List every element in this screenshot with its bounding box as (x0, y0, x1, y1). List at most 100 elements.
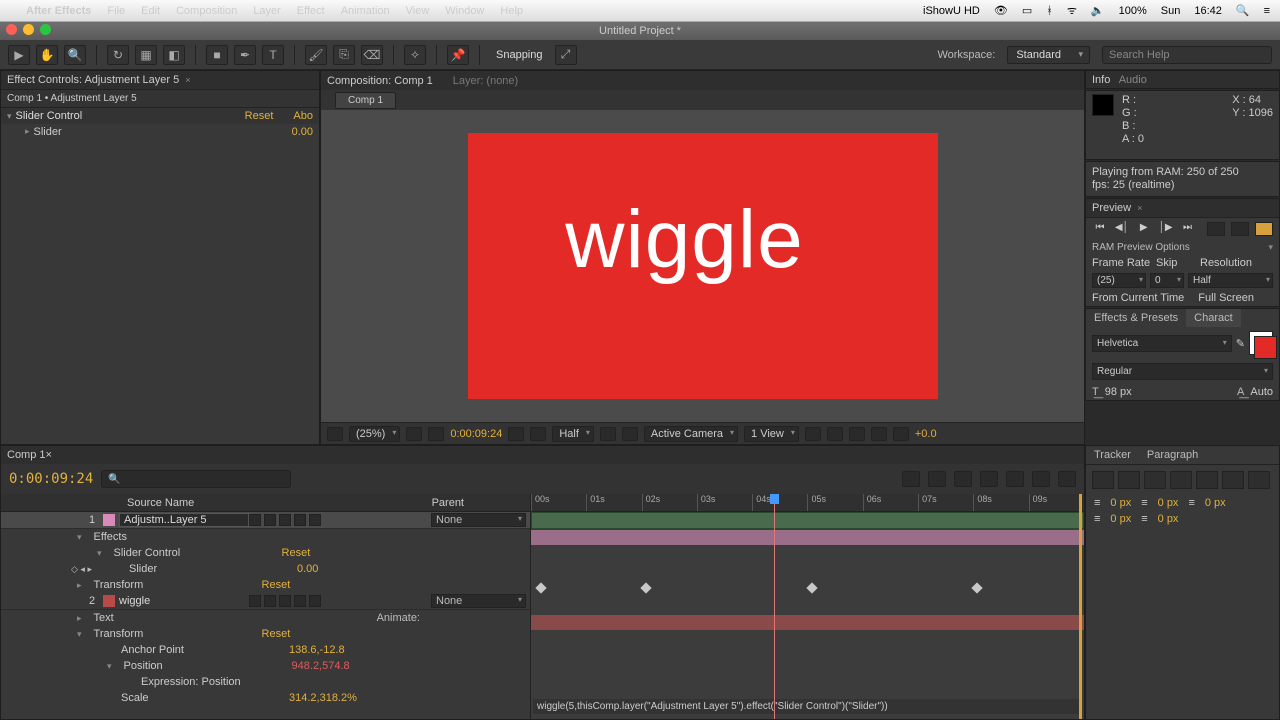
twirl-icon[interactable]: ▾ (7, 111, 12, 122)
preview-res-menu[interactable]: Half (1188, 273, 1273, 288)
last-frame-button[interactable]: ⏭ (1180, 222, 1196, 236)
effects-presets-tab[interactable]: Effects & Presets (1086, 309, 1186, 327)
eraser-tool[interactable]: ⌫ (361, 45, 383, 65)
font-style-menu[interactable]: Regular (1092, 363, 1273, 380)
screen-icon[interactable]: ▭ (1022, 4, 1032, 17)
close-icon[interactable]: × (1137, 203, 1142, 213)
layer-tab[interactable]: Layer: (none) (453, 75, 518, 87)
time-ruler[interactable]: 00s01s02s03s04s05s06s07s08s09s (531, 494, 1084, 512)
menu-composition[interactable]: Composition (176, 5, 237, 17)
prev-frame-button[interactable]: ◀│ (1114, 222, 1130, 236)
reset-link[interactable]: Reset (245, 110, 274, 122)
views-menu[interactable]: 1 View (744, 426, 799, 442)
app-name[interactable]: After Effects (26, 5, 91, 17)
layer-name[interactable]: wiggle (119, 595, 249, 607)
volume-icon[interactable]: 🔈 (1091, 4, 1105, 17)
align-right-icon[interactable] (1144, 471, 1166, 489)
clone-tool[interactable]: ⎘ (333, 45, 355, 65)
justify-last-center-icon[interactable] (1196, 471, 1218, 489)
roi-icon[interactable] (600, 427, 616, 441)
eye-icon[interactable]: 👁 (994, 4, 1008, 17)
eyedropper-icon[interactable]: ✎ (1236, 337, 1245, 350)
puppet-tool[interactable]: 📌 (447, 45, 469, 65)
effect-controls-tab[interactable]: Effect Controls: Adjustment Layer 5× (1, 71, 319, 90)
layer-bar-1[interactable] (531, 530, 1084, 545)
selection-tool[interactable]: ▶ (8, 45, 30, 65)
menu-help[interactable]: Help (500, 5, 523, 17)
menu-animation[interactable]: Animation (341, 5, 390, 17)
about-link[interactable]: Abo (293, 110, 313, 122)
keyframe[interactable] (806, 582, 817, 593)
menu-file[interactable]: File (107, 5, 125, 17)
comp-viewer[interactable]: wiggle (321, 110, 1084, 422)
font-size-value[interactable]: 98 px (1105, 386, 1132, 398)
timeline-tab[interactable]: Comp 1 (7, 449, 46, 461)
camera-tool[interactable]: ▦ (135, 45, 157, 65)
flowchart-icon[interactable] (871, 427, 887, 441)
first-frame-button[interactable]: ⏮ (1092, 222, 1108, 236)
zoom-tool[interactable]: 🔍 (64, 45, 86, 65)
tracker-tab[interactable]: Tracker (1086, 446, 1139, 464)
character-tab[interactable]: Charact (1186, 309, 1241, 327)
label-color[interactable] (103, 514, 115, 526)
composition-tab[interactable]: Composition: Comp 1 (327, 75, 433, 87)
menu-window[interactable]: Window (445, 5, 484, 17)
playhead[interactable] (774, 494, 775, 719)
zoom-menu[interactable]: (25%) (349, 426, 400, 442)
skip-menu[interactable]: 0 (1150, 273, 1184, 288)
expression-field[interactable]: wiggle(5,thisComp.layer("Adjustment Laye… (533, 699, 1082, 714)
justify-all-icon[interactable] (1248, 471, 1270, 489)
viewer-time[interactable]: 0:00:09:24 (450, 428, 502, 440)
keyframe[interactable] (535, 582, 546, 593)
camera-menu[interactable]: Active Camera (644, 426, 738, 442)
menu-effect[interactable]: Effect (297, 5, 325, 17)
col-source[interactable]: Source Name (127, 497, 194, 509)
layer-bar-2[interactable] (531, 615, 1084, 630)
shape-tool[interactable]: ■ (206, 45, 228, 65)
work-area-end[interactable] (1079, 494, 1082, 719)
ram-preview-button[interactable] (1255, 222, 1273, 236)
layer-row-2[interactable]: 2 wiggle None (1, 593, 530, 610)
snapping-toggle[interactable]: Snapping (490, 49, 549, 61)
parent-menu[interactable]: None (431, 513, 526, 527)
effect-name[interactable]: Slider Control (16, 110, 245, 122)
tl-icon[interactable] (1032, 471, 1050, 487)
parent-menu[interactable]: None (431, 594, 526, 608)
minimize-window[interactable] (23, 24, 34, 35)
close-window[interactable] (6, 24, 17, 35)
menu-edit[interactable]: Edit (141, 5, 160, 17)
param-value[interactable]: 0.00 (292, 126, 313, 138)
snap-options[interactable]: ⤢ (555, 45, 577, 65)
zoom-window[interactable] (40, 24, 51, 35)
framerate-menu[interactable]: (25) (1092, 273, 1146, 288)
always-preview-icon[interactable] (327, 427, 343, 441)
roto-tool[interactable]: ✧ (404, 45, 426, 65)
tl-icon[interactable] (954, 471, 972, 487)
keyframe[interactable] (972, 582, 983, 593)
paragraph-tab[interactable]: Paragraph (1139, 446, 1206, 464)
layer-name[interactable]: Adjustm..Layer 5 (119, 513, 249, 527)
resolution-menu[interactable]: Half (552, 426, 594, 442)
close-icon[interactable]: × (46, 449, 52, 461)
transparency-icon[interactable] (622, 427, 638, 441)
label-color[interactable] (103, 595, 115, 607)
tl-icon[interactable] (980, 471, 998, 487)
info-tab[interactable]: Info (1092, 74, 1110, 86)
text-tool[interactable]: T (262, 45, 284, 65)
grid-icon[interactable] (406, 427, 422, 441)
menu-layer[interactable]: Layer (253, 5, 281, 17)
timeline-icon[interactable] (849, 427, 865, 441)
ram-preview-options[interactable]: RAM Preview Options (1086, 240, 1279, 255)
tl-icon[interactable] (1058, 471, 1076, 487)
pen-tool[interactable]: ✒ (234, 45, 256, 65)
pan-behind-tool[interactable]: ◧ (163, 45, 185, 65)
fast-preview-icon[interactable] (827, 427, 843, 441)
justify-last-left-icon[interactable] (1170, 471, 1192, 489)
layer-row-1[interactable]: 1 Adjustm..Layer 5 None (1, 512, 530, 529)
hand-tool[interactable]: ✋ (36, 45, 58, 65)
reset-exposure-icon[interactable] (893, 427, 909, 441)
mask-icon[interactable] (428, 427, 444, 441)
tl-icon[interactable] (902, 471, 920, 487)
wifi-icon[interactable]: ᯤ (1067, 3, 1077, 18)
current-time[interactable]: 0:00:09:24 (9, 471, 93, 487)
